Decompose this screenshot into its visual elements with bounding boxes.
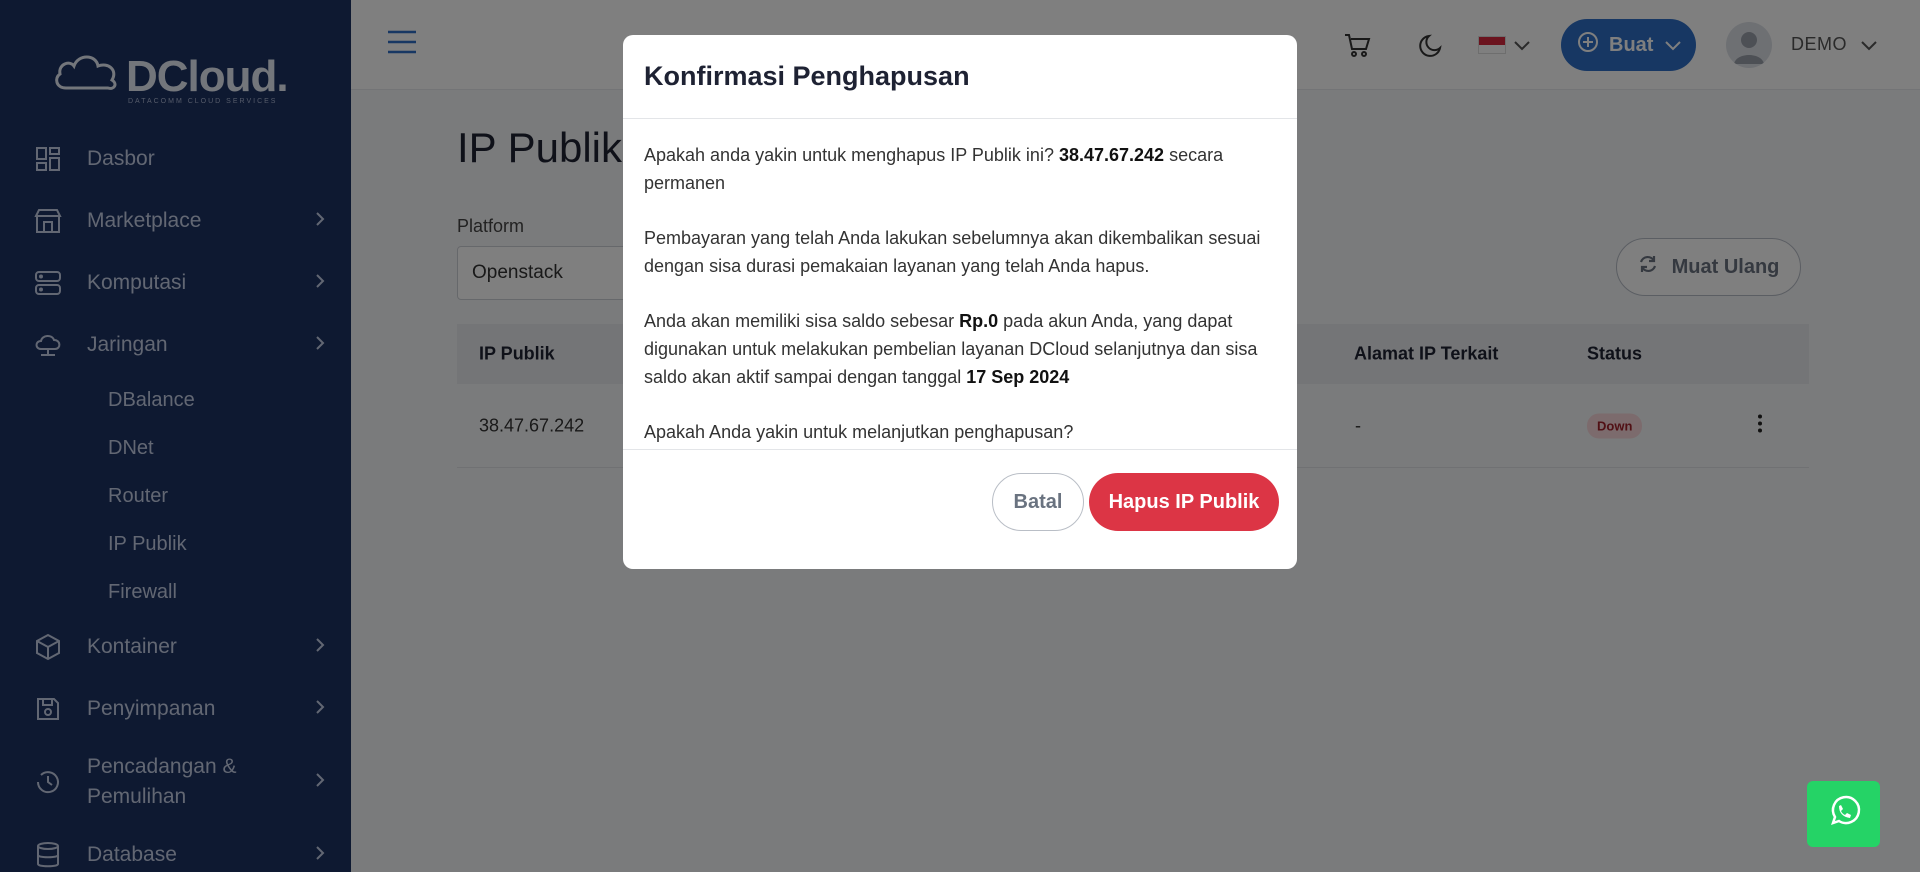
- modal-header: Konfirmasi Penghapusan: [623, 35, 1297, 119]
- modal-paragraph-3: Anda akan memiliki sisa saldo sebesar Rp…: [644, 307, 1276, 391]
- delete-ip-button[interactable]: Hapus IP Publik: [1089, 473, 1279, 531]
- modal-body: Apakah anda yakin untuk menghapus IP Pub…: [623, 119, 1297, 450]
- modal-p3-pre: Anda akan memiliki sisa saldo sebesar: [644, 311, 960, 331]
- whatsapp-button[interactable]: [1807, 781, 1880, 847]
- whatsapp-icon: [1825, 793, 1863, 836]
- modal-paragraph-2: Pembayaran yang telah Anda lakukan sebel…: [644, 228, 1261, 276]
- modal-balance-date: 17 Sep 2024: [966, 367, 1070, 387]
- modal-footer: Batal Hapus IP Publik: [623, 450, 1297, 568]
- modal-title: Konfirmasi Penghapusan: [644, 61, 970, 91]
- modal-p1-pre: Apakah anda yakin untuk menghapus IP Pub…: [644, 145, 1059, 165]
- delete-confirmation-modal: Konfirmasi Penghapusan Apakah anda yakin…: [623, 35, 1297, 569]
- cancel-button[interactable]: Batal: [992, 473, 1084, 531]
- modal-paragraph-1: Apakah anda yakin untuk menghapus IP Pub…: [644, 141, 1276, 197]
- modal-balance-amount: Rp.0: [959, 311, 999, 331]
- modal-ip-address: 38.47.67.242: [1058, 145, 1165, 165]
- modal-paragraph-4: Apakah Anda yakin untuk melanjutkan peng…: [644, 422, 1074, 442]
